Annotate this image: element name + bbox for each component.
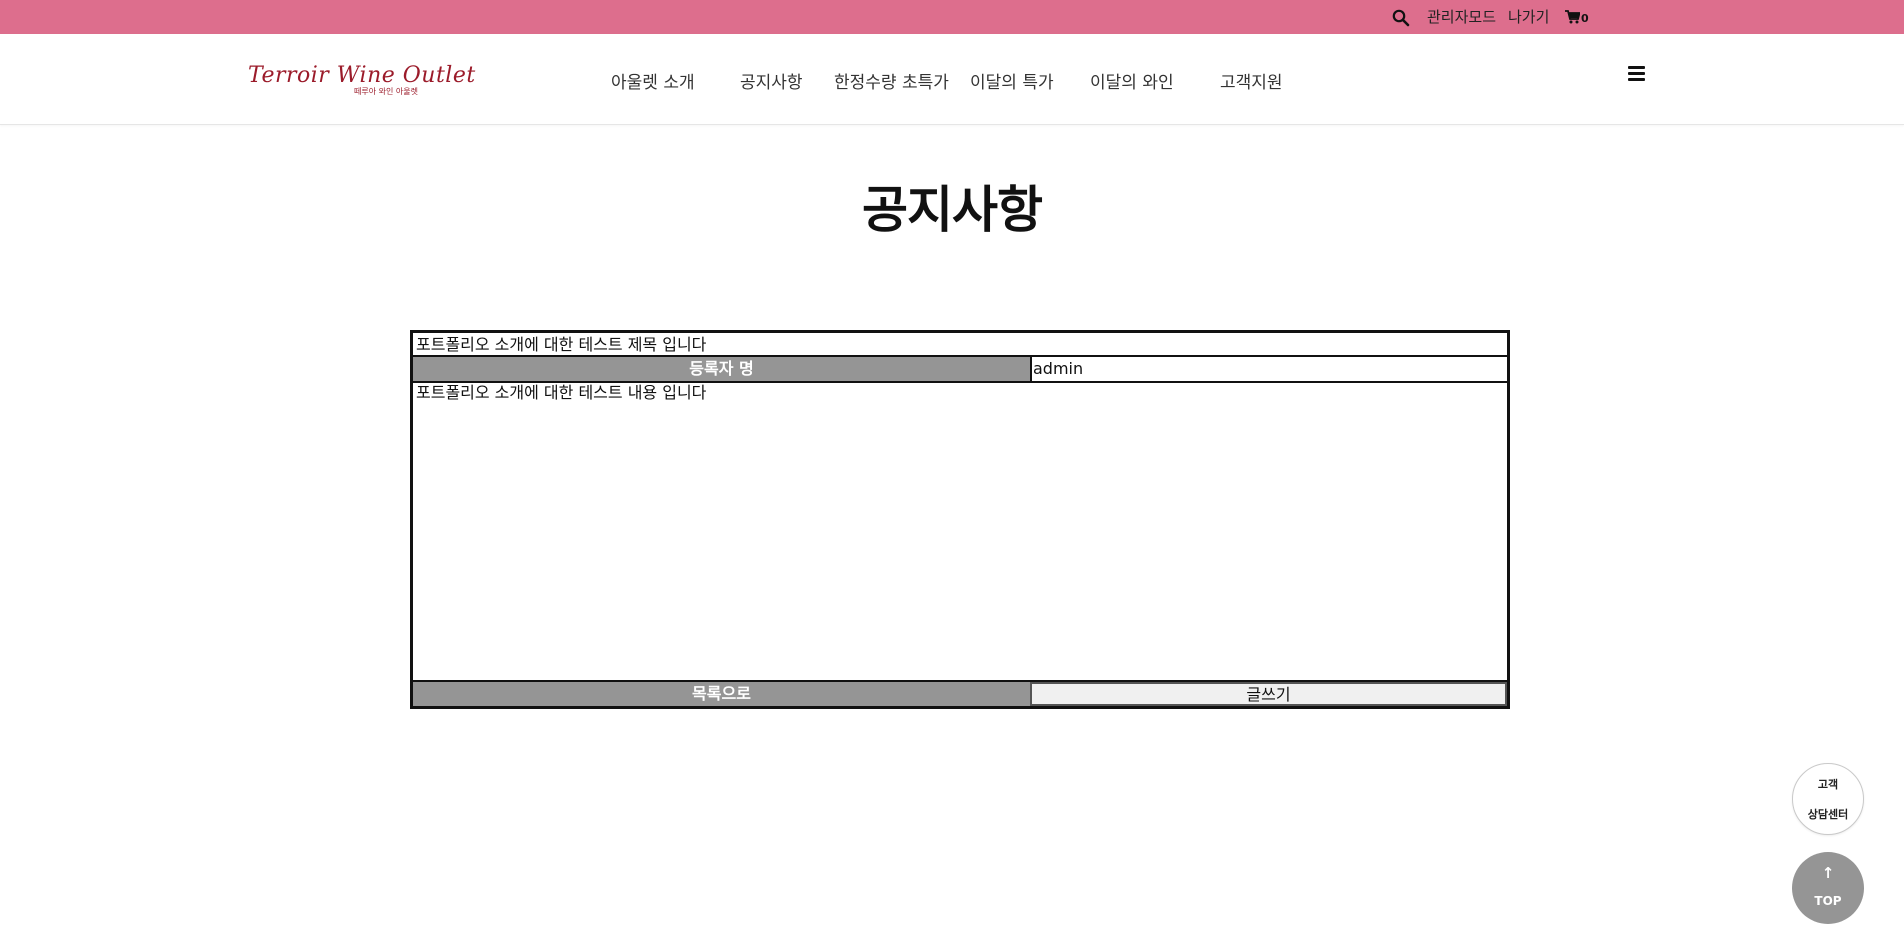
- writer-value: admin: [1030, 357, 1507, 381]
- cart-count: 0: [1581, 11, 1589, 25]
- consult-label-line2: 상담센터: [1807, 808, 1849, 821]
- cart-icon: [1565, 9, 1581, 28]
- search-icon[interactable]: [1392, 9, 1410, 27]
- main-header: Terroir Wine Outlet 떼루아 와인 아울렛 아울렛 소개 공지…: [0, 34, 1904, 125]
- nav-monthly-wine[interactable]: 이달의 와인: [1090, 68, 1174, 93]
- arrow-up-icon: ↑: [1821, 864, 1835, 882]
- back-to-list-button[interactable]: 목록으로: [413, 682, 1030, 706]
- scroll-top-button[interactable]: ↑ TOP: [1792, 852, 1864, 924]
- nav-notice[interactable]: 공지사항: [740, 68, 803, 93]
- nav-outlet-intro[interactable]: 아울렛 소개: [611, 68, 695, 93]
- cart-button[interactable]: 0: [1565, 9, 1589, 28]
- write-button[interactable]: 글쓰기: [1030, 682, 1507, 706]
- notice-content: 포트폴리오 소개에 대한 테스트 내용 입니다: [413, 381, 1507, 682]
- top-utility-bar: 관리자모드 나가기 0: [0, 0, 1904, 34]
- notice-subject: 포트폴리오 소개에 대한 테스트 제목 입니다: [413, 333, 1507, 357]
- logo-subtext: 떼루아 와인 아울렛: [354, 87, 418, 96]
- notice-detail-table: 포트폴리오 소개에 대한 테스트 제목 입니다 등록자 명 admin 포트폴리…: [410, 330, 1510, 709]
- logout-link[interactable]: 나가기: [1508, 6, 1549, 27]
- logo-text: Terroir Wine Outlet: [248, 63, 476, 88]
- admin-mode-link[interactable]: 관리자모드: [1427, 6, 1496, 27]
- nav-customer-support[interactable]: 고객지원: [1220, 68, 1283, 93]
- top-label: TOP: [1814, 894, 1842, 908]
- writer-label: 등록자 명: [413, 357, 1030, 381]
- nav-monthly-special[interactable]: 이달의 특가: [970, 68, 1054, 93]
- customer-consult-button[interactable]: 고객 상담센터: [1792, 763, 1864, 835]
- hamburger-icon[interactable]: [1628, 66, 1645, 81]
- consult-label-line1: 고객: [1817, 778, 1839, 791]
- site-logo[interactable]: Terroir Wine Outlet 떼루아 와인 아울렛: [248, 63, 476, 100]
- nav-limited-special[interactable]: 한정수량 초특가: [834, 68, 949, 93]
- page-title: 공지사항: [862, 181, 1043, 239]
